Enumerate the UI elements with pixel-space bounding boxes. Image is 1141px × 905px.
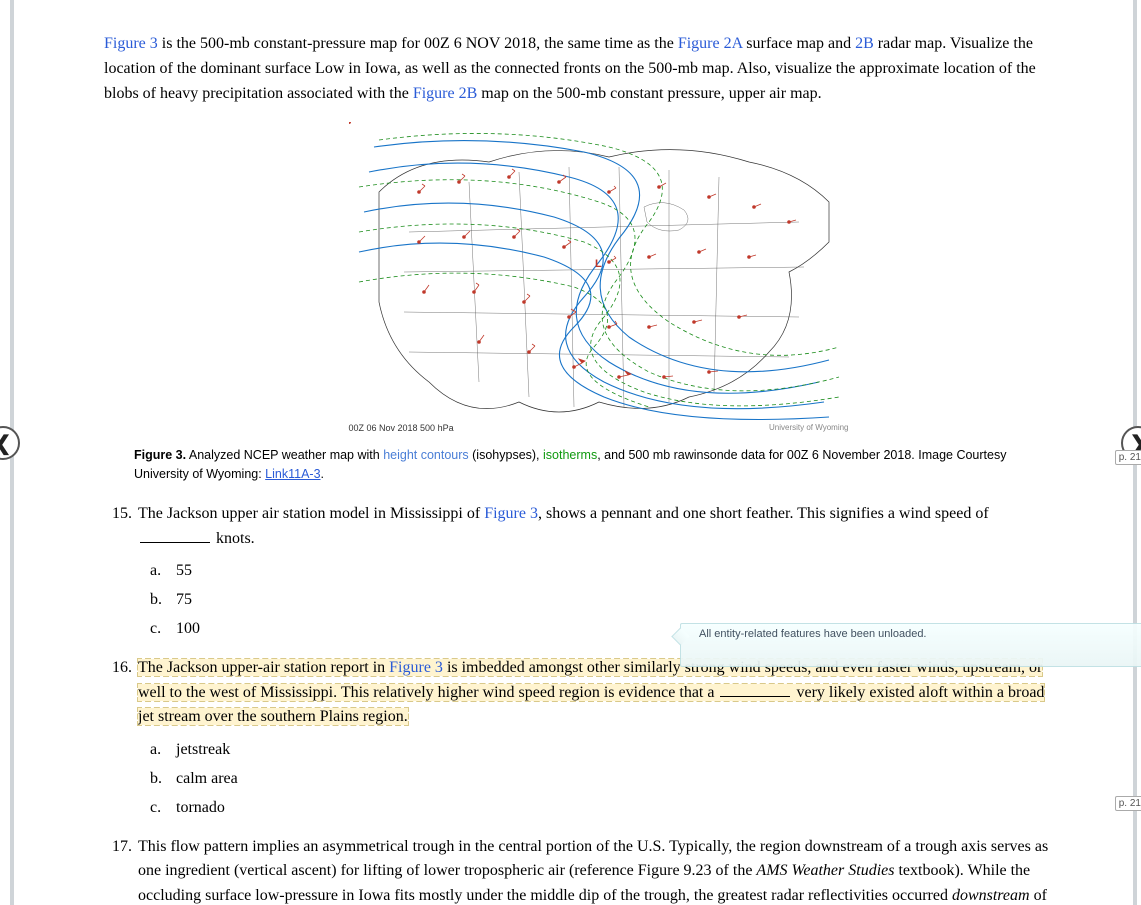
figure-3-link[interactable]: Figure 3 (104, 35, 158, 52)
chevron-left-icon: ❮ (0, 431, 11, 456)
map-credit-label: University of Wyoming (769, 422, 849, 436)
question-16-options: a.jetstreak b.calm area c.tornado (150, 738, 1054, 820)
figure-2a-link[interactable]: Figure 2A (678, 35, 742, 52)
viewport: — 〰 Figure 3 is the 500-mb constant-pres… (0, 0, 1141, 905)
svg-text:L: L (595, 258, 602, 270)
figure-3-link[interactable]: Figure 3 (389, 659, 443, 676)
intro-paragraph: Figure 3 is the 500-mb constant-pressure… (104, 32, 1044, 106)
option-b[interactable]: b.75 (150, 588, 1054, 613)
book-title: AMS Weather Studies (756, 862, 894, 879)
figure-3-container: L 00Z 06 Nov 2018 500 hPa University of … (104, 116, 1093, 436)
figure-2b-short-link[interactable]: 2B (855, 35, 874, 52)
question-number: 17. (104, 835, 132, 905)
emphasis: downstream (952, 887, 1030, 904)
highlighted-text: The Jackson upper-air station report in … (138, 659, 1044, 726)
question-text: The Jackson upper air station model in M… (138, 502, 1054, 552)
page-number-badge: p. 21 (1115, 450, 1141, 465)
question-17: 17. This flow pattern implies an asymmet… (104, 835, 1054, 905)
fill-blank (140, 542, 210, 543)
figure-2b-link[interactable]: Figure 2B (413, 85, 477, 102)
isotherms-term: isotherms (543, 448, 597, 462)
question-number: 16. (104, 656, 132, 730)
intro-text: is the 500-mb constant-pressure map for … (158, 35, 678, 52)
question-15: 15. The Jackson upper air station model … (104, 502, 1054, 642)
figure-3-caption: Figure 3. Analyzed NCEP weather map with… (104, 446, 1054, 484)
caption-text: . (321, 467, 324, 481)
option-a[interactable]: a.55 (150, 559, 1054, 584)
option-a[interactable]: a.jetstreak (150, 738, 1054, 763)
page-number-badge: p. 21 (1115, 796, 1141, 811)
caption-text: (isohypses), (469, 448, 543, 462)
intro-text: map on the 500-mb constant pressure, upp… (477, 85, 821, 102)
question-text: This flow pattern implies an asymmetrica… (138, 835, 1054, 905)
caption-text: Analyzed NCEP weather map with (186, 448, 383, 462)
intro-text: surface map and (742, 35, 855, 52)
document-page: Figure 3 is the 500-mb constant-pressure… (14, 0, 1133, 905)
question-number: 15. (104, 502, 132, 552)
tooltip-popup: All entity-related features have been un… (680, 623, 1141, 667)
fill-blank (720, 696, 790, 697)
map-timestamp-label: 00Z 06 Nov 2018 500 hPa (349, 422, 454, 436)
option-c[interactable]: c.tornado (150, 796, 1054, 821)
height-contours-term: height contours (383, 448, 468, 462)
map-svg: L (349, 122, 849, 422)
weather-map-image: L (343, 116, 855, 422)
option-b[interactable]: b.calm area (150, 767, 1054, 792)
map-footer: 00Z 06 Nov 2018 500 hPa University of Wy… (349, 422, 849, 436)
figure-3-link[interactable]: Figure 3 (484, 505, 538, 522)
link11a-3[interactable]: Link11A-3 (265, 467, 320, 481)
caption-lead: Figure 3. (134, 448, 186, 462)
tooltip-text: All entity-related features have been un… (699, 627, 1140, 641)
question-16: 16. The Jackson upper-air station report… (104, 656, 1054, 821)
